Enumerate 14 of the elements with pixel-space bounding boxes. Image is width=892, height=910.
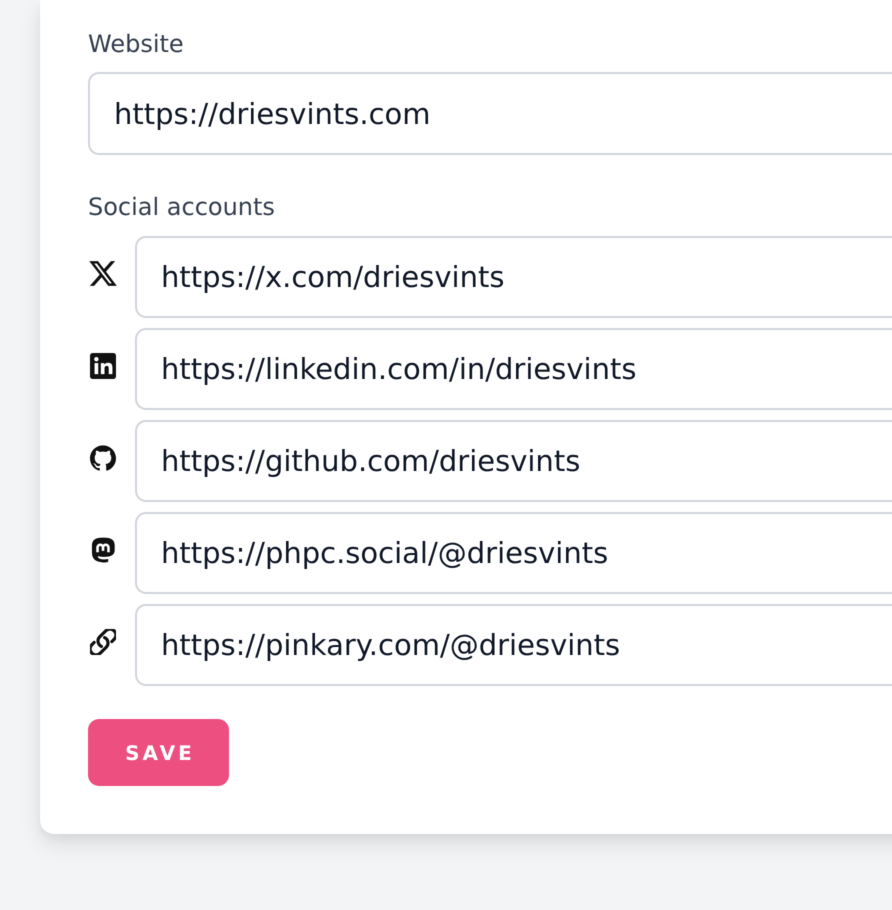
save-button[interactable]: SAVE: [88, 719, 229, 786]
github-logo-icon: [90, 445, 116, 471]
website-field[interactable]: https://driesvints.com: [88, 72, 892, 155]
link-icon: [90, 629, 116, 655]
social-url-field[interactable]: https://x.com/driesvints: [135, 236, 892, 318]
mastodon-logo-icon: [90, 537, 116, 563]
social-accounts-label: Social accounts: [88, 192, 275, 223]
social-url-field[interactable]: https://phpc.social/@driesvints: [135, 512, 892, 594]
website-label: Website: [88, 29, 184, 60]
social-url-field[interactable]: https://linkedin.com/in/driesvints: [135, 328, 892, 410]
x-logo-icon: [89, 261, 117, 286]
social-url-field[interactable]: https://github.com/driesvints: [135, 420, 892, 502]
social-url-field[interactable]: https://pinkary.com/@driesvints: [135, 604, 892, 686]
linkedin-logo-icon: [90, 353, 116, 379]
